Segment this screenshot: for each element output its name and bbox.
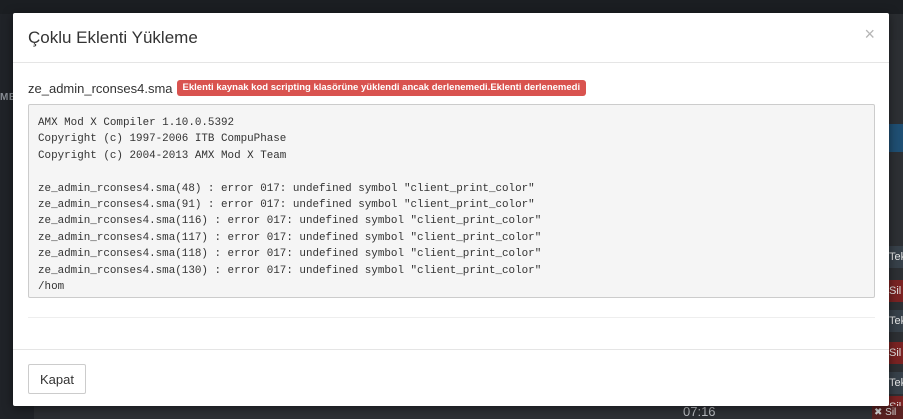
log-line: AMX Mod X Compiler 1.10.0.5392 <box>38 117 235 129</box>
log-line: Copyright (c) 2004-2013 AMX Mod X Team <box>38 149 287 162</box>
modal-header: Çoklu Eklenti Yükleme × <box>13 13 889 63</box>
close-icon[interactable]: × <box>864 25 875 43</box>
modal-footer: Kapat <box>13 349 889 406</box>
compiler-log[interactable]: AMX Mod X Compiler 1.10.0.5392 Copyright… <box>28 104 875 298</box>
file-name: ze_admin_rconses4.sma <box>28 80 173 96</box>
log-line: ze_admin_rconses4.sma(91) : error 017: u… <box>38 198 535 211</box>
background-topbar <box>0 0 903 14</box>
file-status-line: ze_admin_rconses4.sma Eklenti kaynak kod… <box>28 79 587 97</box>
log-line: ze_admin_rconses4.sma(117) : error 017: … <box>38 231 542 244</box>
log-line: Copyright (c) 1997-2006 ITB CompuPhase <box>38 133 287 146</box>
modal-title: Çoklu Eklenti Yükleme <box>28 28 198 47</box>
background-delete-button: ✖ Sil <box>872 406 903 419</box>
upload-modal: Çoklu Eklenti Yükleme × ze_admin_rconses… <box>13 13 889 406</box>
body-divider <box>28 317 875 318</box>
log-line: ze_admin_rconses4.sma(116) : error 017: … <box>38 215 542 228</box>
log-line: ze_admin_rconses4.sma(130) : error 017: … <box>38 264 542 277</box>
log-line: /hom <box>38 280 65 293</box>
background-time: 07:16 <box>683 404 716 419</box>
log-line: ze_admin_rconses4.sma(48) : error 017: u… <box>38 182 535 195</box>
close-button[interactable]: Kapat <box>28 364 86 394</box>
log-line: ze_admin_rconses4.sma(118) : error 017: … <box>38 248 542 261</box>
error-badge: Eklenti kaynak kod scripting klasörüne y… <box>176 80 587 96</box>
